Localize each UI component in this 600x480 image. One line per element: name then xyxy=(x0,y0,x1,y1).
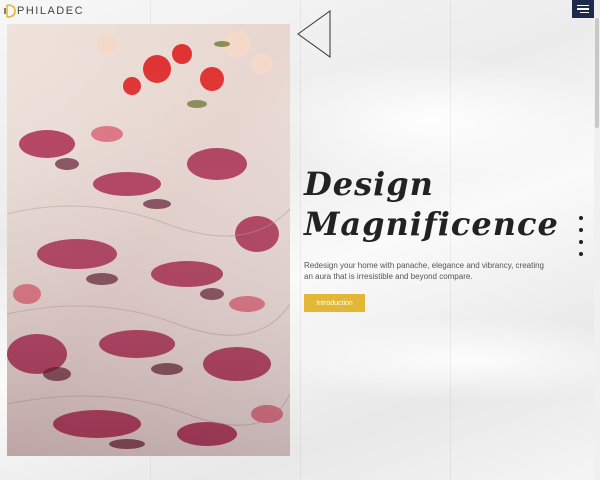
grid-line xyxy=(300,0,301,480)
brand-name: PHILADEC xyxy=(17,5,85,17)
slide-dot-2[interactable] xyxy=(579,228,583,232)
scrollbar-thumb[interactable] xyxy=(595,18,599,128)
headline-line-2: Magnificence xyxy=(304,205,559,243)
menu-bar xyxy=(580,11,589,14)
slide-dot-3[interactable] xyxy=(579,240,583,244)
slide-pagination xyxy=(579,216,585,256)
introduction-button[interactable]: Introduction xyxy=(304,294,365,312)
slide-dot-1[interactable] xyxy=(579,216,583,220)
hero-description: Redesign your home with panache, eleganc… xyxy=(304,261,544,281)
menu-bar xyxy=(577,4,589,7)
hamburger-menu-button[interactable] xyxy=(572,0,594,18)
hero-fabric-image xyxy=(7,24,290,456)
brand-logo[interactable]: PHILADEC xyxy=(4,3,84,19)
decorative-triangle-icon xyxy=(297,10,331,58)
slide-dot-4[interactable] xyxy=(579,252,583,256)
hero-headline: Design Magnificence xyxy=(304,165,559,243)
page-scrollbar[interactable] xyxy=(594,0,600,480)
menu-bar xyxy=(577,8,589,10)
headline-line-1: Design xyxy=(304,165,434,203)
logo-mark-icon xyxy=(4,4,16,18)
